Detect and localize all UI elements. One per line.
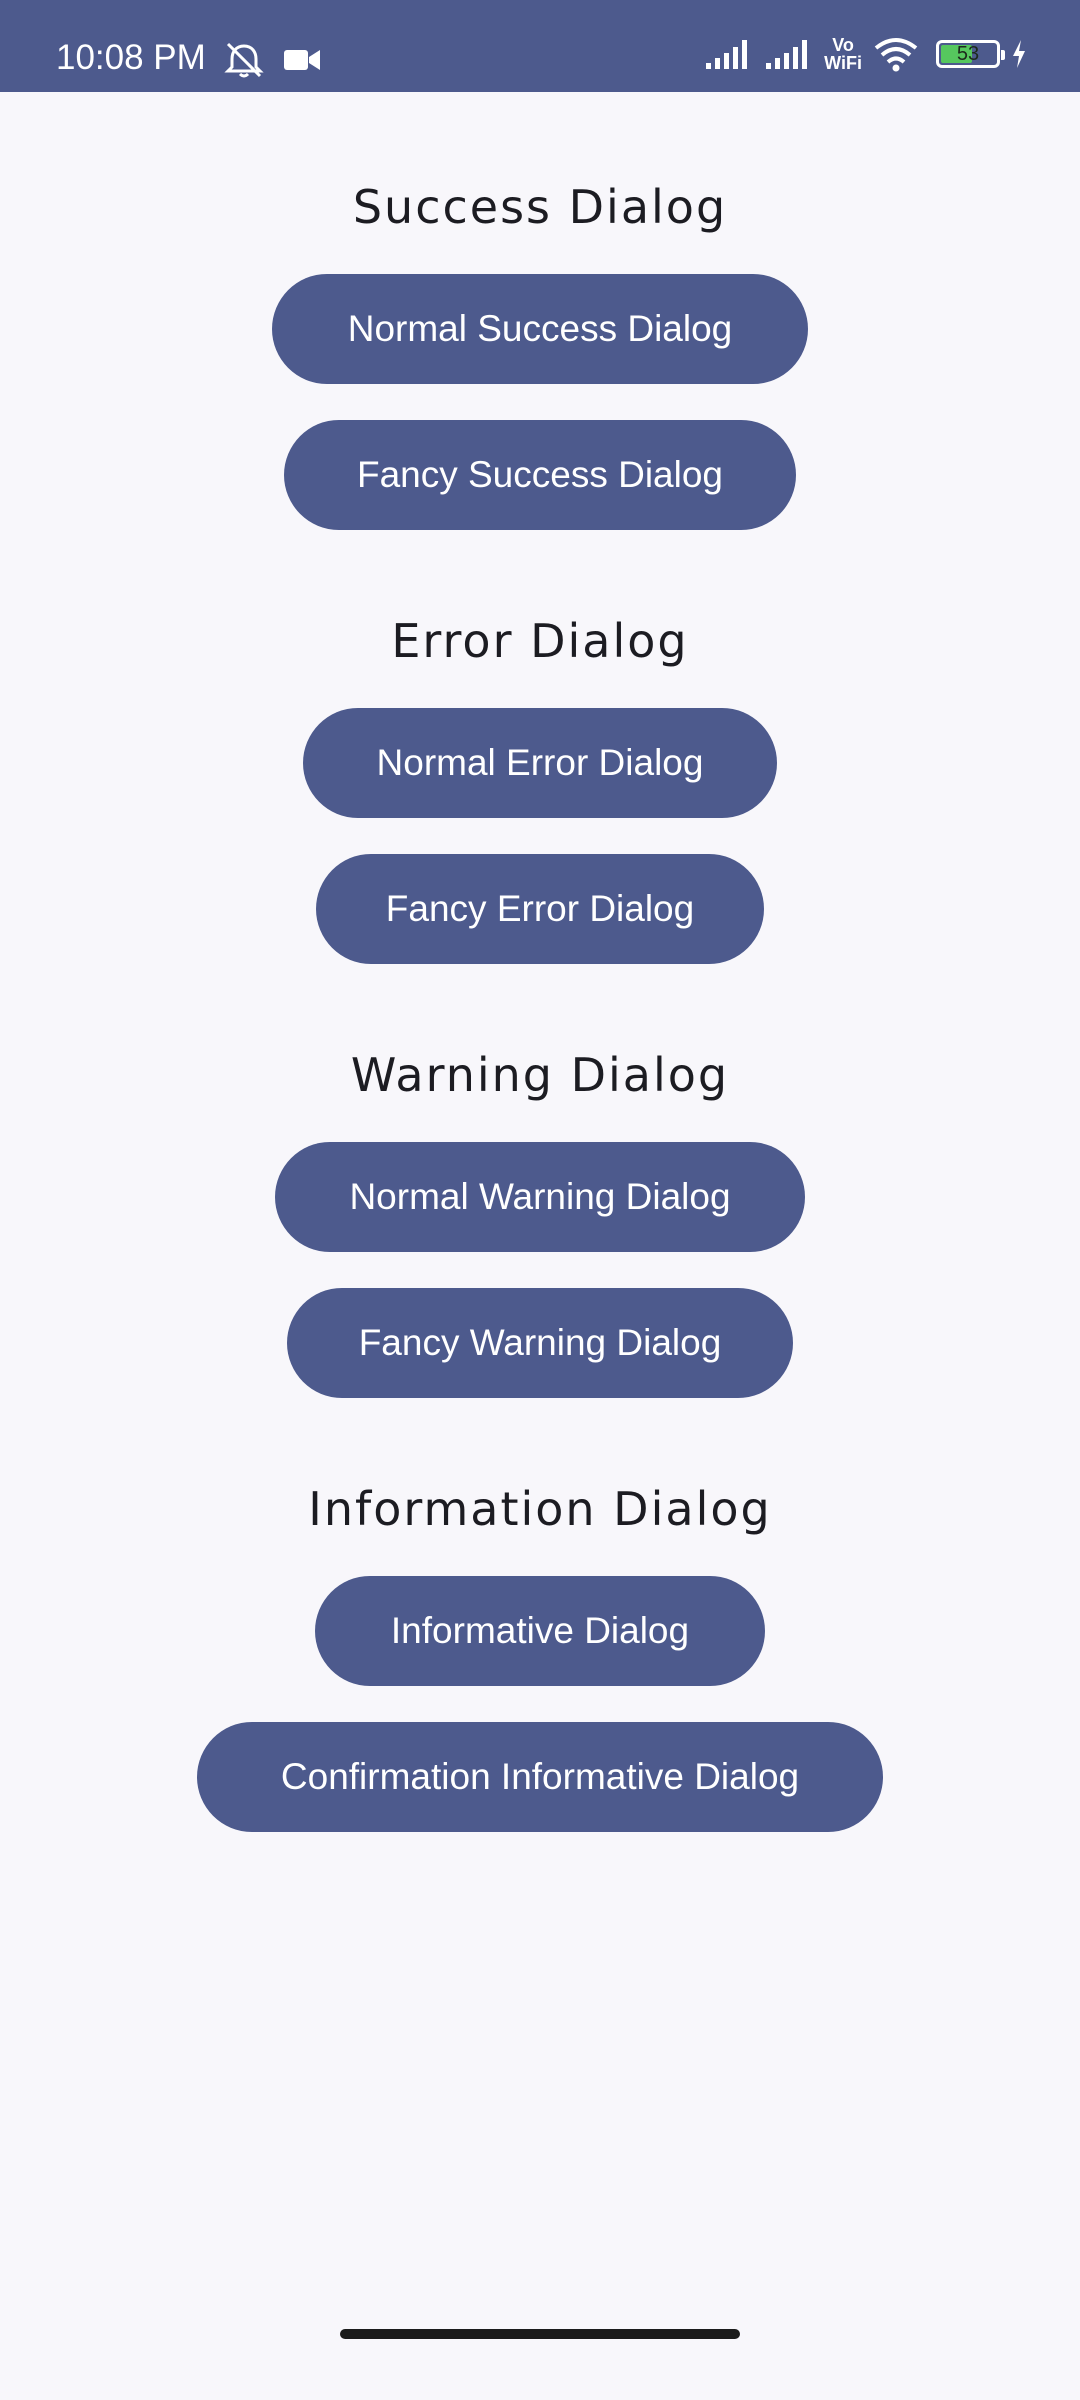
- confirmation-informative-dialog-button[interactable]: Confirmation Informative Dialog: [197, 1722, 883, 1832]
- battery-level: 53: [956, 43, 980, 65]
- section-title-success: Success Dialog: [352, 180, 728, 234]
- charging-icon: [1010, 38, 1028, 70]
- vowifi-line1: Vo: [832, 35, 854, 55]
- home-indicator[interactable]: [340, 2329, 740, 2339]
- signal-icon: [764, 37, 814, 71]
- status-left-icons: [222, 40, 322, 80]
- status-right-icons: Vo WiFi 53: [704, 36, 1028, 72]
- normal-error-dialog-button[interactable]: Normal Error Dialog: [303, 708, 777, 818]
- battery-icon: 53: [936, 40, 1005, 68]
- fancy-success-dialog-button[interactable]: Fancy Success Dialog: [284, 420, 796, 530]
- normal-success-dialog-button[interactable]: Normal Success Dialog: [272, 274, 808, 384]
- battery-cap: [1001, 50, 1005, 60]
- fancy-error-dialog-button[interactable]: Fancy Error Dialog: [316, 854, 764, 964]
- muted-alarm-icon: [222, 40, 266, 80]
- section-title-error: Error Dialog: [391, 614, 689, 668]
- status-time: 10:08 PM: [56, 38, 206, 77]
- signal-icon: [704, 37, 754, 71]
- status-bar: 10:08 PM Vo WiFi 53: [0, 0, 1080, 92]
- normal-warning-dialog-button[interactable]: Normal Warning Dialog: [275, 1142, 805, 1252]
- video-camera-icon: [282, 45, 322, 75]
- vowifi-icon: Vo WiFi: [824, 36, 862, 72]
- wifi-icon: [872, 36, 920, 72]
- vowifi-line2: WiFi: [824, 53, 862, 73]
- fancy-warning-dialog-button[interactable]: Fancy Warning Dialog: [287, 1288, 793, 1398]
- section-title-information: Information Dialog: [308, 1482, 772, 1536]
- section-title-warning: Warning Dialog: [350, 1048, 730, 1102]
- informative-dialog-button[interactable]: Informative Dialog: [315, 1576, 765, 1686]
